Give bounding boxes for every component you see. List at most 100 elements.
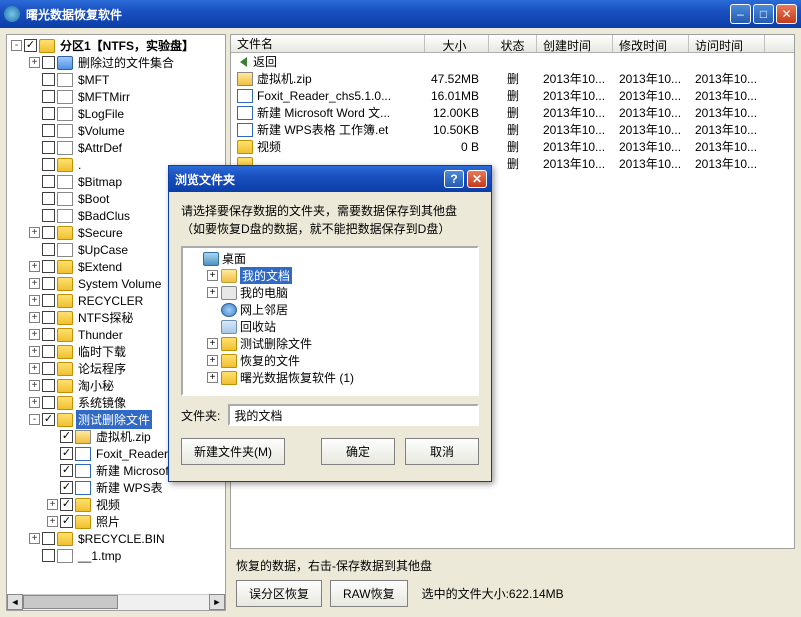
maximize-button[interactable]: □ (753, 4, 774, 24)
tree-row[interactable]: $MFT (7, 71, 225, 88)
tree-checkbox[interactable] (42, 90, 55, 103)
dialog-tree-row[interactable]: 桌面 (185, 250, 475, 267)
tree-hscroll[interactable]: ◄ ► (7, 594, 225, 610)
expand-toggle[interactable]: + (29, 227, 40, 238)
col-status[interactable]: 状态 (489, 35, 537, 52)
tree-checkbox[interactable] (42, 226, 55, 239)
tree-label[interactable]: Thunder (76, 327, 125, 343)
tree-label[interactable]: $MFTMirr (76, 89, 132, 105)
tree-checkbox[interactable] (60, 498, 73, 511)
tree-row[interactable]: __1.tmp (7, 547, 225, 564)
close-button[interactable]: ✕ (776, 4, 797, 24)
tree-checkbox[interactable] (42, 277, 55, 290)
tree-checkbox[interactable] (42, 243, 55, 256)
list-row[interactable]: Foxit_Reader_chs5.1.0...16.01MB删2013年10.… (231, 87, 794, 104)
expand-toggle[interactable]: + (29, 261, 40, 272)
expand-toggle[interactable]: - (11, 40, 22, 51)
dialog-tree-row[interactable]: 回收站 (185, 318, 475, 335)
scroll-left-button[interactable]: ◄ (7, 594, 23, 610)
dialog-tree-row[interactable]: + 测试删除文件 (185, 335, 475, 352)
list-header[interactable]: 文件名 大小 状态 创建时间 修改时间 访问时间 (231, 35, 794, 53)
col-name[interactable]: 文件名 (231, 35, 425, 52)
expand-toggle[interactable]: + (29, 278, 40, 289)
expand-toggle[interactable]: + (29, 363, 40, 374)
dialog-tree-label[interactable]: 回收站 (240, 318, 276, 335)
expand-toggle[interactable]: + (29, 533, 40, 544)
dialog-folder-tree[interactable]: 桌面+我的文档+我的电脑网上邻居回收站+测试删除文件+恢复的文件+曙光数据恢复软… (181, 246, 479, 396)
tree-label[interactable]: $Volume (76, 123, 127, 139)
tree-checkbox[interactable] (42, 345, 55, 358)
tree-checkbox[interactable] (60, 464, 73, 477)
tree-label[interactable]: $Secure (76, 225, 125, 241)
tree-label[interactable]: NTFS探秘 (76, 308, 135, 327)
dialog-tree-label[interactable]: 恢复的文件 (240, 352, 300, 369)
expand-toggle[interactable]: + (29, 312, 40, 323)
tree-checkbox[interactable] (42, 532, 55, 545)
tree-checkbox[interactable] (42, 158, 55, 171)
tree-checkbox[interactable] (42, 379, 55, 392)
tree-label[interactable]: 删除过的文件集合 (76, 53, 176, 72)
scroll-thumb[interactable] (23, 595, 118, 609)
tree-label[interactable]: . (76, 157, 83, 173)
scroll-right-button[interactable]: ► (209, 594, 225, 610)
tree-label[interactable]: 虚拟机.zip (94, 427, 153, 446)
tree-checkbox[interactable] (60, 430, 73, 443)
dialog-tree-row[interactable]: +曙光数据恢复软件 (1) (185, 369, 475, 386)
tree-label[interactable]: $Bitmap (76, 174, 124, 190)
tree-label[interactable]: System Volume (76, 276, 163, 292)
tree-label[interactable]: $UpCase (76, 242, 130, 258)
tree-checkbox[interactable] (42, 192, 55, 205)
expand-toggle[interactable]: + (207, 355, 218, 366)
dialog-tree-label[interactable]: 测试删除文件 (240, 335, 312, 352)
cancel-button[interactable]: 取消 (405, 438, 479, 465)
expand-toggle[interactable]: - (29, 414, 40, 425)
expand-toggle[interactable]: + (207, 270, 218, 281)
dialog-tree-label[interactable]: 我的文档 (240, 267, 292, 284)
tree-checkbox[interactable] (42, 56, 55, 69)
tree-row[interactable]: +视频 (7, 496, 225, 513)
tree-checkbox[interactable] (60, 481, 73, 494)
tree-checkbox[interactable] (42, 209, 55, 222)
tree-checkbox[interactable] (42, 175, 55, 188)
tree-label[interactable]: $MFT (76, 72, 111, 88)
ok-button[interactable]: 确定 (321, 438, 395, 465)
expand-toggle[interactable]: + (29, 346, 40, 357)
tree-label[interactable]: 照片 (94, 512, 122, 531)
tree-row[interactable]: $MFTMirr (7, 88, 225, 105)
tree-checkbox[interactable] (42, 328, 55, 341)
col-size[interactable]: 大小 (425, 35, 489, 52)
tree-row[interactable]: $Volume (7, 122, 225, 139)
dialog-tree-label[interactable]: 网上邻居 (240, 301, 288, 318)
tree-checkbox[interactable] (42, 549, 55, 562)
minimize-button[interactable]: – (730, 4, 751, 24)
expand-toggle[interactable]: + (47, 516, 58, 527)
tree-checkbox[interactable] (24, 39, 37, 52)
tree-checkbox[interactable] (42, 107, 55, 120)
tree-checkbox[interactable] (42, 73, 55, 86)
new-folder-button[interactable]: 新建文件夹(M) (181, 438, 285, 465)
tree-row[interactable]: + 照片 (7, 513, 225, 530)
tree-checkbox[interactable] (60, 447, 73, 460)
expand-toggle[interactable]: + (207, 338, 218, 349)
list-row[interactable]: 新建 WPS表格 工作簿.et10.50KB删2013年10...2013年10… (231, 121, 794, 138)
tree-checkbox[interactable] (42, 260, 55, 273)
expand-toggle[interactable]: + (207, 287, 218, 298)
col-ctime[interactable]: 创建时间 (537, 35, 613, 52)
list-row[interactable]: 虚拟机.zip47.52MB删2013年10...2013年10...2013年… (231, 70, 794, 87)
btn-mispart-recover[interactable]: 误分区恢复 (236, 580, 322, 607)
tree-row[interactable]: $AttrDef (7, 139, 225, 156)
dialog-tree-label[interactable]: 桌面 (222, 250, 246, 267)
tree-checkbox[interactable] (42, 311, 55, 324)
expand-toggle[interactable]: + (29, 397, 40, 408)
expand-toggle[interactable]: + (207, 372, 218, 383)
tree-checkbox[interactable] (42, 362, 55, 375)
dialog-tree-row[interactable]: 网上邻居 (185, 301, 475, 318)
tree-label[interactable]: __1.tmp (76, 548, 123, 564)
tree-label[interactable]: $Boot (76, 191, 111, 207)
dialog-close-button[interactable]: ✕ (467, 170, 487, 188)
dialog-tree-row[interactable]: + 恢复的文件 (185, 352, 475, 369)
tree-row[interactable]: -分区1【NTFS，实验盘】 (7, 37, 225, 54)
tree-label[interactable]: $Extend (76, 259, 124, 275)
tree-label[interactable]: $RECYCLE.BIN (76, 531, 167, 547)
expand-toggle[interactable]: + (29, 329, 40, 340)
